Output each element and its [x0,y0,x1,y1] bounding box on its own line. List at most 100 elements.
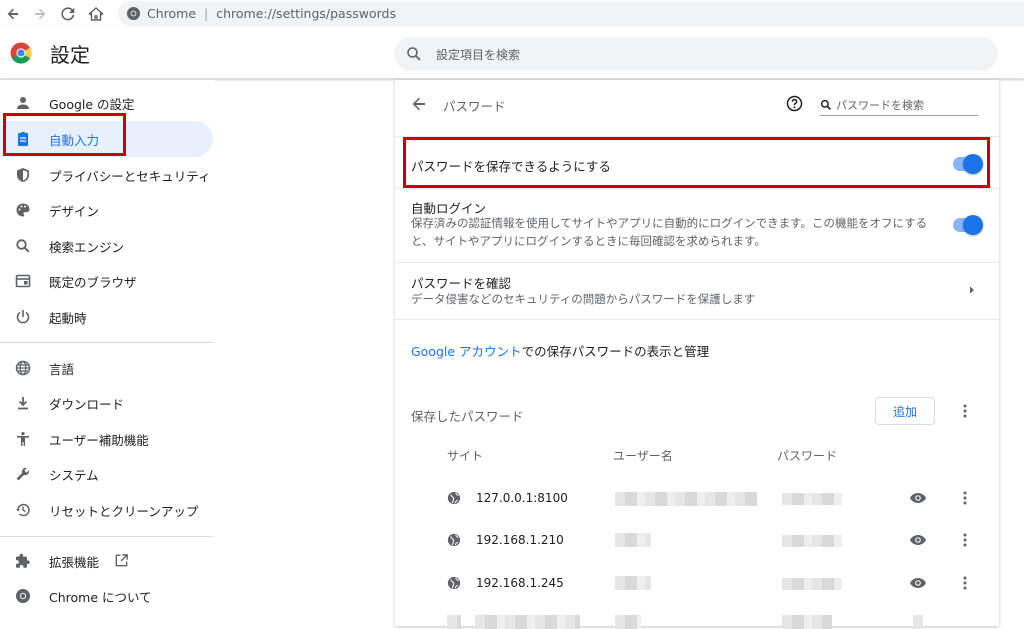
column-header-site: サイト [447,449,484,463]
divider [395,188,999,189]
person-icon [17,97,29,109]
sidebar-item-label: リセットとクリーンアップ [49,503,199,519]
highlight-box-autofill [3,113,126,156]
sidebar-item-default-browser[interactable]: 既定のブラウザ [0,263,213,299]
divider [395,319,999,320]
password-masked [782,578,842,590]
palette-icon [16,203,30,217]
puzzle-icon [16,553,30,568]
sidebar-item-label: 既定のブラウザ [49,274,137,290]
sidebar-item-accessibility[interactable]: ユーザー補助機能 [0,421,213,457]
url-text: chrome://settings/passwords [216,6,396,21]
history-icon [16,503,30,517]
add-password-button[interactable]: 追加 [875,397,935,425]
password-masked [782,493,842,505]
settings-search-input[interactable]: 設定項目を検索 [394,37,998,71]
eye-icon[interactable] [909,532,927,548]
sidebar-item-label: 検索エンジン [49,239,125,255]
more-vert-icon[interactable] [957,403,973,419]
site-blurred [475,615,580,629]
column-header-password: パスワード [777,449,838,463]
highlight-box-offer-save [403,137,990,188]
sidebar-item-label: デザイン [49,203,100,219]
sidebar-item-privacy[interactable]: プライバシーとセキュリティ [0,157,213,193]
sidebar: Google の設定 自動入力 プライバシーとセキュリティ デザイン 検索エンジ… [0,80,215,626]
row-site[interactable]: 192.168.1.245 [476,576,564,590]
download-icon [18,397,28,410]
row-site[interactable]: 127.0.0.1:8100 [476,491,568,505]
sidebar-item-system[interactable]: システム [0,456,213,492]
sidebar-item-search-engine[interactable]: 検索エンジン [0,228,213,264]
sidebar-item-label: 拡張機能 [49,554,100,570]
sidebar-item-label: Google の設定 [49,96,135,112]
search-icon [820,99,831,110]
auto-signin-toggle[interactable] [953,215,983,235]
wrench-icon [16,467,30,481]
reload-button[interactable] [55,0,81,27]
sidebar-item-label: Chrome について [49,589,152,605]
eye-icon[interactable] [909,490,927,506]
sidebar-item-on-startup[interactable]: 起動時 [0,299,213,335]
more-vert-icon[interactable] [957,575,973,591]
sidebar-item-label: ユーザー補助機能 [49,432,149,448]
sidebar-item-reset[interactable]: リセットとクリーンアップ [0,492,213,528]
password-search-placeholder: パスワードを検索 [836,98,924,112]
globe-icon [447,491,461,505]
search-icon [16,239,30,253]
globe-icon [447,533,461,547]
more-vert-icon[interactable] [957,490,973,506]
home-icon [88,6,104,21]
power-icon [16,310,30,324]
settings-header: 設定 設定項目を検索 [0,27,1024,79]
auto-signin-description: 保存済みの認証情報を使用してサイトやアプリに自動的にログインできます。この機能を… [411,216,928,248]
search-placeholder: 設定項目を検索 [436,47,521,62]
password-masked [782,615,832,629]
sidebar-item-label: プライバシーとセキュリティ [49,168,211,184]
divider [395,262,999,263]
arrow-right-icon [35,8,46,19]
username-blurred [615,533,651,547]
icon-blurred [913,615,923,629]
sidebar-item-extensions[interactable]: 拡張機能 [0,543,213,579]
eye-icon[interactable] [909,575,927,591]
globe-icon [447,576,461,590]
open-in-new-icon [115,554,128,567]
row-site[interactable]: 192.168.1.210 [476,533,564,547]
globe-icon [15,360,31,376]
sidebar-item-label: 起動時 [49,310,87,326]
sidebar-divider [0,536,213,537]
chrome-icon [16,589,30,603]
saved-passwords-title: 保存したパスワード [411,409,524,424]
google-account-link[interactable]: Google アカウント [411,344,522,359]
address-bar[interactable]: Chrome | chrome://settings/passwords [118,1,1024,26]
sidebar-item-label: システム [49,467,99,483]
username-blurred [615,492,757,506]
more-vert-icon[interactable] [957,532,973,548]
page-title: 設定 [50,43,90,67]
reload-icon [61,6,75,20]
site-blurred [447,615,461,629]
back-button[interactable] [0,0,26,27]
sidebar-item-appearance[interactable]: デザイン [0,192,213,228]
sidebar-item-label: ダウンロード [49,396,125,412]
forward-button[interactable] [27,0,53,27]
back-arrow-icon[interactable] [411,96,427,112]
check-passwords-description: データ侵害などのセキュリティの問題からパスワードを保護します [411,292,756,306]
sidebar-item-downloads[interactable]: ダウンロード [0,385,213,421]
password-search-input[interactable]: パスワードを検索 [820,94,978,116]
search-icon [407,47,421,61]
chevron-right-icon[interactable] [967,285,977,295]
arrow-left-icon [7,8,18,19]
username-blurred [615,615,641,629]
sidebar-item-languages[interactable]: 言語 [0,350,213,386]
help-icon[interactable] [786,95,803,112]
home-button[interactable] [83,0,109,27]
password-masked [782,535,842,547]
accessibility-icon [17,432,29,446]
account-row-text: での保存パスワードの表示と管理 [521,344,710,359]
sidebar-item-about-chrome[interactable]: Chrome について [0,578,213,614]
username-blurred [615,576,651,590]
site-chip: Chrome [147,6,197,21]
column-header-username: ユーザー名 [613,449,673,463]
browser-window-icon [15,274,31,288]
